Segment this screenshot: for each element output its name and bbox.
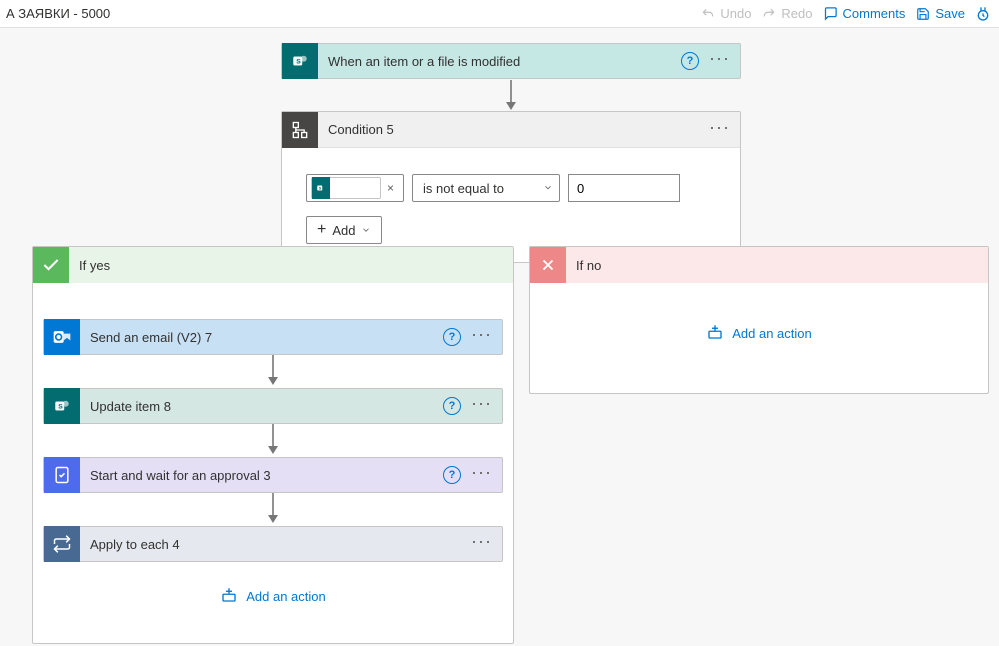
more-icon[interactable]: ··· — [471, 541, 492, 547]
comments-label: Comments — [843, 6, 906, 21]
save-button[interactable]: Save — [915, 6, 965, 22]
chevron-down-icon — [543, 181, 553, 196]
svg-text:S: S — [58, 403, 63, 410]
add-action-button[interactable]: Add an action — [706, 323, 812, 344]
condition-body: S × is not equal to + Add — [282, 148, 740, 262]
dynamic-content-token[interactable]: S — [311, 177, 381, 199]
trigger-step[interactable]: S When an item or a file is modified ? ·… — [281, 43, 741, 79]
yes-branch-body: Send an email (V2) 7? ··· S Update item 8? ·… — [33, 283, 513, 631]
condition-value-input[interactable] — [568, 174, 680, 202]
step-title: Send an email (V2) 7 — [80, 330, 443, 345]
condition-operator-label: is not equal to — [423, 181, 504, 196]
approval-icon — [44, 457, 80, 493]
apply-each-step[interactable]: Apply to each 4··· — [43, 526, 503, 562]
add-action-label: Add an action — [246, 589, 326, 604]
help-icon[interactable]: ? — [443, 397, 461, 415]
svg-text:S: S — [296, 58, 301, 65]
flow-checker-button[interactable] — [975, 6, 993, 22]
undo-button[interactable]: Undo — [700, 6, 751, 22]
redo-button[interactable]: Redo — [761, 6, 812, 22]
more-icon[interactable]: ··· — [471, 334, 492, 340]
connector-arrow — [506, 80, 516, 110]
condition-step[interactable]: Condition 5 ··· S × is not equal to — [281, 111, 741, 263]
sharepoint-icon: S — [282, 43, 318, 79]
more-icon[interactable]: ··· — [471, 403, 492, 409]
comments-icon — [823, 6, 839, 22]
flow-title-text: А ЗАЯВКИ - 5000 — [6, 6, 110, 21]
approval-step[interactable]: Start and wait for an approval 3? ··· — [43, 457, 503, 493]
save-icon — [915, 6, 931, 22]
update-item-step[interactable]: S Update item 8? ··· — [43, 388, 503, 424]
flow-checker-icon — [975, 6, 991, 22]
top-toolbar: А ЗАЯВКИ - 5000 Undo Redo Comments Save — [0, 0, 999, 28]
trigger-title: When an item or a file is modified — [318, 54, 681, 69]
flow-canvas: S When an item or a file is modified ? ·… — [0, 28, 999, 646]
add-action-label: Add an action — [732, 326, 812, 341]
connector-arrow — [268, 493, 278, 526]
loop-icon — [44, 526, 80, 562]
help-icon[interactable]: ? — [681, 52, 699, 70]
more-icon[interactable]: ··· — [709, 58, 730, 64]
step-title: Update item 8 — [80, 399, 443, 414]
token-value-placeholder — [330, 181, 376, 195]
sharepoint-icon: S — [312, 177, 330, 199]
flow-title: А ЗАЯВКИ - 5000 — [6, 6, 110, 21]
yes-branch-label: If yes — [69, 258, 513, 273]
no-branch-label: If no — [566, 258, 988, 273]
add-action-icon — [220, 586, 238, 607]
step-title: Start and wait for an approval 3 — [80, 468, 443, 483]
connector-arrow — [268, 424, 278, 457]
toolbar-actions: Undo Redo Comments Save — [700, 6, 993, 22]
save-label: Save — [935, 6, 965, 21]
undo-icon — [700, 6, 716, 22]
no-branch-body: Add an action — [530, 283, 988, 368]
help-icon[interactable]: ? — [443, 328, 461, 346]
redo-label: Redo — [781, 6, 812, 21]
outlook-icon — [44, 319, 80, 355]
condition-operator-select[interactable]: is not equal to — [412, 174, 560, 202]
undo-label: Undo — [720, 6, 751, 21]
chevron-down-icon — [361, 223, 371, 238]
help-icon[interactable]: ? — [443, 466, 461, 484]
more-icon[interactable]: ··· — [471, 472, 492, 478]
send-email-step[interactable]: Send an email (V2) 7? ··· — [43, 319, 503, 355]
condition-left-operand[interactable]: S × — [306, 174, 404, 202]
sharepoint-icon: S — [44, 388, 80, 424]
add-row-button[interactable]: + Add — [306, 216, 382, 244]
comments-button[interactable]: Comments — [823, 6, 906, 22]
no-branch: If no Add an action — [529, 246, 989, 394]
yes-branch: If yes Send an email (V2) 7? ··· S Update i… — [32, 246, 514, 644]
add-action-button[interactable]: Add an action — [220, 586, 326, 607]
add-row-label: Add — [332, 223, 355, 238]
step-title: Apply to each 4 — [80, 537, 471, 552]
redo-icon — [761, 6, 777, 22]
check-icon — [33, 247, 69, 283]
condition-icon — [282, 112, 318, 148]
add-action-icon — [706, 323, 724, 344]
condition-title: Condition 5 — [318, 122, 709, 137]
remove-token-icon[interactable]: × — [383, 181, 398, 195]
close-icon — [530, 247, 566, 283]
more-icon[interactable]: ··· — [709, 127, 730, 133]
connector-arrow — [268, 355, 278, 388]
